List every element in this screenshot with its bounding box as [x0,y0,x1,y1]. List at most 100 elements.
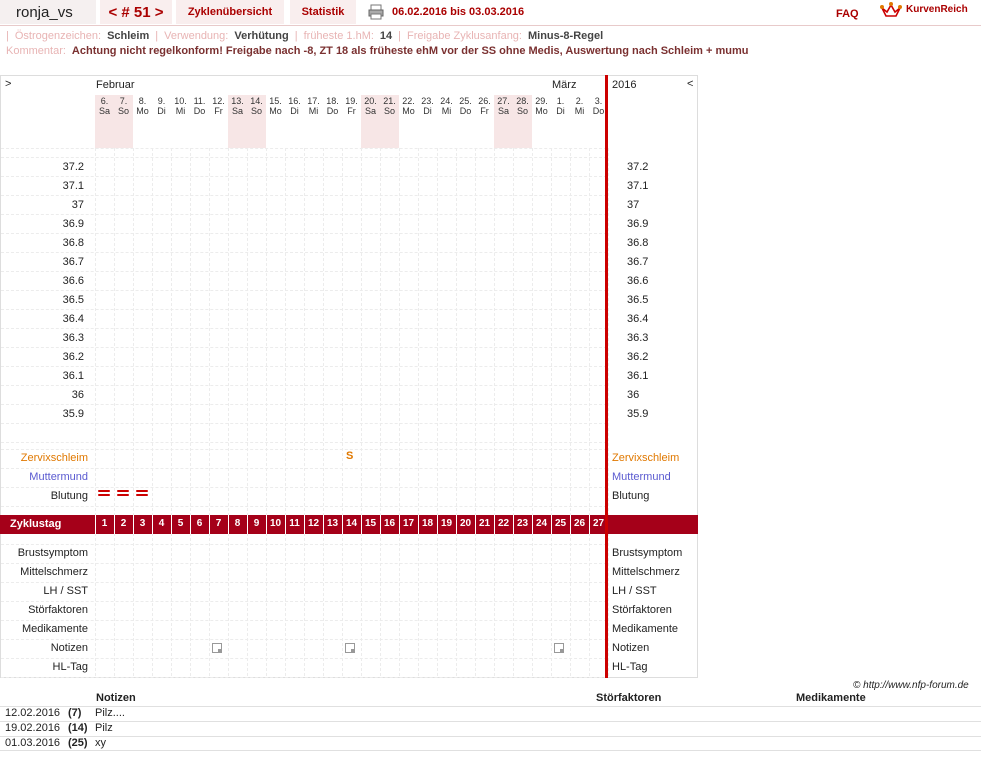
grid-hline [1,328,607,329]
grid-vline [418,148,419,676]
temp-label-right: 36.4 [627,313,649,325]
row-label: Muttermund [29,471,88,483]
row-label: HL-Tag [612,661,648,673]
cycle-day-number: 20 [459,518,472,529]
cycle-day-number: 19 [440,518,453,529]
day-header: 6. Sa [95,95,114,148]
note-icon[interactable] [345,643,355,653]
temp-label-right: 36.5 [627,294,649,306]
grid-vline [114,148,115,676]
temp-label-right: 36.9 [627,218,649,230]
cycle-day-number: 9 [253,518,260,529]
temp-label-left: 36.5 [62,294,84,306]
month-label-feb: Februar [96,79,135,91]
note-icon[interactable] [212,643,222,653]
day-header: 10. Mi [174,96,187,116]
grid-vline [570,148,571,676]
grid-hline [1,347,607,348]
footer-day: (14) [68,722,88,734]
cycle-day-number: 14 [345,518,358,529]
day-header: 1. Di [556,96,565,116]
grid-vline [209,148,210,676]
grid-vline [361,148,362,676]
grid-vline [456,148,457,676]
day-header: 2. Mi [574,96,585,116]
mucus-mark[interactable]: S [346,450,353,462]
temp-label-left: 36.8 [62,237,84,249]
day-header: 17. Mi [307,96,320,116]
faq-link[interactable]: FAQ [836,8,859,20]
grid-vline [494,148,495,676]
grid-vline [95,148,96,676]
cycle-day-number: 18 [421,518,434,529]
footer-date: 12.02.2016 [5,707,61,719]
temp-label-right: 36.1 [627,370,649,382]
row-label: Störfaktoren [612,604,672,616]
grid-hline [1,366,607,367]
footer-day: (7) [68,707,82,719]
day-header: 15. Mo [269,96,282,116]
footer-header-disturbances: Störfaktoren [596,692,662,704]
temp-label-right: 36.8 [627,237,649,249]
grid-hline [1,157,607,158]
year-label: 2016 [612,79,637,91]
day-header: 22. Mo [402,96,415,116]
grid-vline [437,148,438,676]
cycle-day-number: 4 [158,518,165,529]
grid-hline [1,271,607,272]
temp-label-right: 37 [627,199,640,211]
grid-hline [1,677,607,678]
day-header: 27. Sa [494,95,513,148]
grid-hline [1,423,607,424]
grid-hline [1,582,607,583]
grid-vline [475,148,476,676]
cycle-day-number: 21 [478,518,491,529]
grid-hline [1,487,607,488]
temp-label-left: 37.1 [62,180,84,192]
temp-label-right: 36.6 [627,275,649,287]
temp-label-left: 36.6 [62,275,84,287]
nav-next[interactable]: < [687,78,693,90]
temp-label-right: 35.9 [627,408,649,420]
grid-hline [1,290,607,291]
temp-label-left: 36.4 [62,313,84,325]
note-icon[interactable] [554,643,564,653]
grid-hline [1,506,607,507]
temp-label-left: 36.1 [62,370,84,382]
day-header: 13. Sa [228,95,247,148]
cycle-day-label: Zyklustag [10,518,62,530]
cycle-day-number: 3 [139,518,146,529]
grid-hline [1,442,607,443]
cycle-day-number: 13 [326,518,339,529]
footer-date: 01.03.2016 [5,737,61,749]
grid-hline [1,404,607,405]
grid-hline [1,620,607,621]
bleeding-mark-1[interactable] [98,490,110,498]
grid-hline [1,233,607,234]
cycle-chart [0,75,698,678]
day-header: 20. Sa [361,95,380,148]
grid-vline [228,148,229,676]
temp-label-left: 37.2 [62,161,84,173]
row-label: Störfaktoren [28,604,88,616]
bleeding-mark-3[interactable] [136,490,148,498]
row-label: LH / SST [43,585,88,597]
temp-label-left: 36 [71,389,84,401]
row-label: Notizen [50,642,88,654]
logo-text: KurvenReich [906,4,968,15]
nav-prev[interactable]: > [5,78,11,90]
cycle-day-number: 15 [364,518,377,529]
grid-hline [1,252,607,253]
day-header: 11. Do [193,96,206,116]
row-label: Muttermund [612,471,671,483]
grid-vline [133,148,134,676]
chart-end-marker [605,75,608,678]
grid-vline [152,148,153,676]
grid-hline [1,601,607,602]
grid-hline [1,195,607,196]
day-header: 7. So [114,95,133,148]
bleeding-mark-2[interactable] [117,490,129,498]
day-header: 29. Mo [535,96,548,116]
cycle-day-number: 24 [535,518,548,529]
day-header: 18. Do [326,96,339,116]
